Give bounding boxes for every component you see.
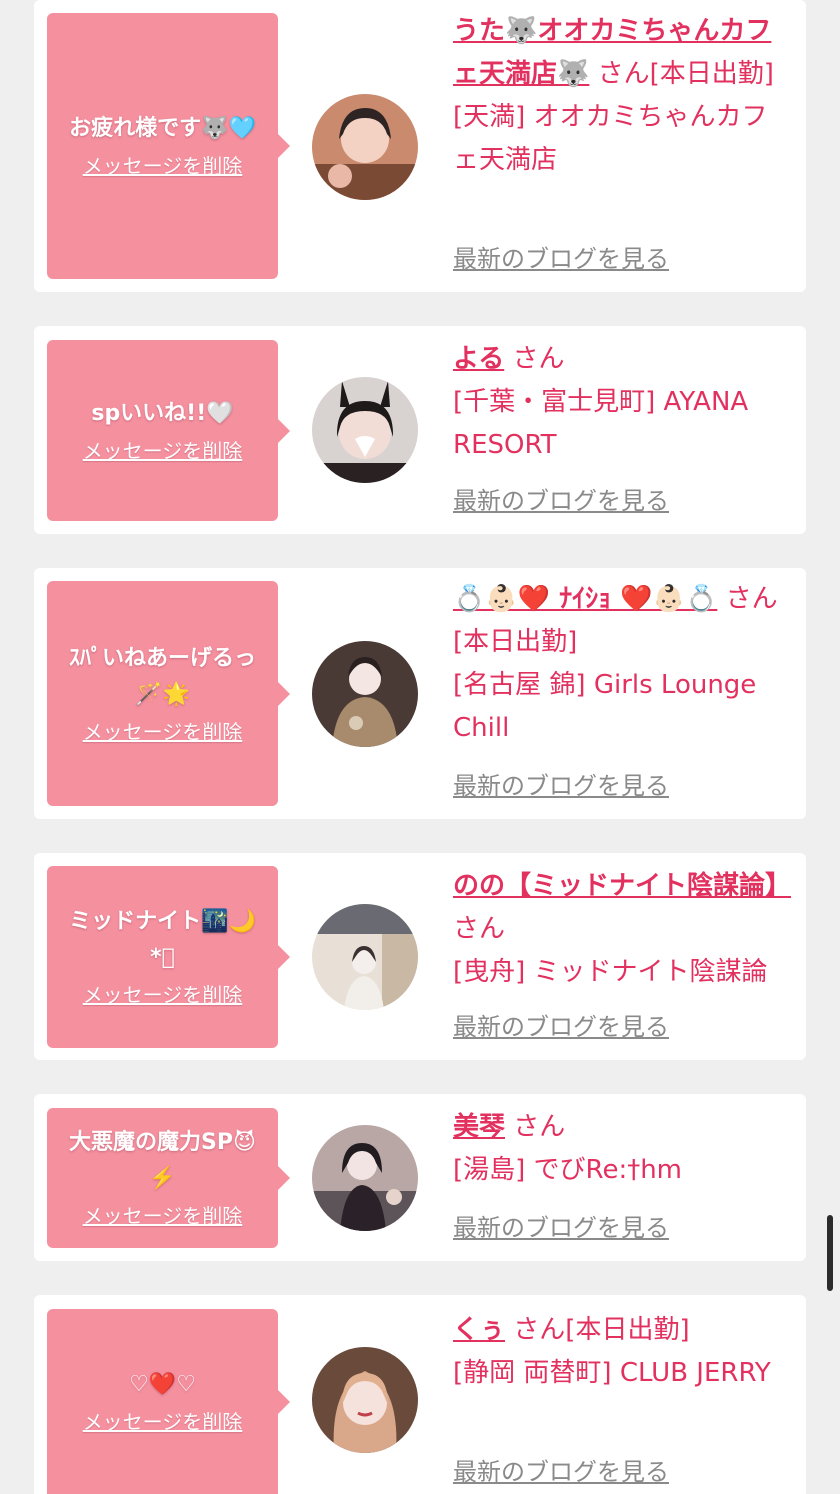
cast-name-link[interactable]: くぅ xyxy=(453,1315,505,1345)
san-suffix: さん xyxy=(597,59,650,89)
message-bubble: ｽﾊﾟいねあーげるっ🪄🌟 メッセージを削除 xyxy=(47,581,290,806)
message-bubble: spいいね!!🤍 メッセージを削除 xyxy=(47,340,290,521)
san-suffix: さん xyxy=(513,1315,566,1345)
avatar-photo-icon xyxy=(312,904,418,1010)
shop-name: [静岡 両替町] CLUB JERRY xyxy=(453,1358,771,1388)
cast-info: よる さん [千葉・富士見町] AYANA RESORT xyxy=(453,338,793,467)
message-card: spいいね!!🤍 メッセージを削除 よる さん [千葉・富士見町] AYANA … xyxy=(34,326,806,534)
latest-blog-link[interactable]: 最新のブログを見る xyxy=(453,1455,669,1489)
cast-name-link[interactable]: 💍👶🏻❤️ ﾅｲｼｮ ❤️👶🏻💍 xyxy=(453,584,717,614)
delete-message-link[interactable]: メッセージを削除 xyxy=(83,1201,243,1231)
message-card: 大悪魔の魔力SP😈⚡️ メッセージを削除 美琴 さん [湯島] でびRe:†hm… xyxy=(34,1094,806,1261)
delete-message-link[interactable]: メッセージを削除 xyxy=(83,1407,243,1437)
cast-name-link[interactable]: 美琴 xyxy=(453,1112,505,1142)
avatar[interactable] xyxy=(312,1347,418,1453)
message-card: お疲れ様です🐺🩵 メッセージを削除 うた🐺オオカミちゃんカフェ天満店🐺 さん[本… xyxy=(34,0,806,292)
cast-info: うた🐺オオカミちゃんカフェ天満店🐺 さん[本日出勤] [天満] オオカミちゃんカ… xyxy=(453,10,793,182)
message-text: ミッドナイト🌃🌙*ﾟ xyxy=(69,909,256,970)
message-card: ミッドナイト🌃🌙*ﾟ メッセージを削除 のの【ミッドナイト陰謀論】 さん [曳舟… xyxy=(34,853,806,1060)
avatar[interactable] xyxy=(312,904,418,1010)
message-text: 大悪魔の魔力SP😈⚡️ xyxy=(69,1130,256,1191)
message-text: ♡❤️♡ xyxy=(129,1371,196,1397)
shop-name: [湯島] でびRe:†hm xyxy=(453,1155,683,1185)
message-card: ｽﾊﾟいねあーげるっ🪄🌟 メッセージを削除 💍👶🏻❤️ ﾅｲｼｮ ❤️👶🏻💍 さ… xyxy=(34,568,806,819)
san-suffix: さん xyxy=(512,344,565,374)
attendance-status: [本日出勤] xyxy=(565,1315,690,1345)
san-suffix: さん xyxy=(453,914,506,944)
latest-blog-link[interactable]: 最新のブログを見る xyxy=(453,242,669,276)
latest-blog-link[interactable]: 最新のブログを見る xyxy=(453,1010,669,1044)
message-card: ♡❤️♡ メッセージを削除 くぅ さん[本日出勤] [静岡 両替町] CLUB … xyxy=(34,1295,806,1494)
san-suffix: さん xyxy=(725,584,778,614)
cast-name-link[interactable]: のの【ミッドナイト陰謀論】 xyxy=(453,871,791,901)
avatar-photo-icon xyxy=(312,1125,418,1231)
cast-info: 美琴 さん [湯島] でびRe:†hm xyxy=(453,1106,793,1192)
latest-blog-link[interactable]: 最新のブログを見る xyxy=(453,1211,669,1245)
cast-info: のの【ミッドナイト陰謀論】 さん [曳舟] ミッドナイト陰謀論 xyxy=(453,865,793,994)
latest-blog-link[interactable]: 最新のブログを見る xyxy=(453,484,669,518)
avatar-photo-icon xyxy=(312,377,418,483)
delete-message-link[interactable]: メッセージを削除 xyxy=(83,980,243,1010)
message-bubble: ミッドナイト🌃🌙*ﾟ メッセージを削除 xyxy=(47,866,290,1048)
attendance-status: [本日出勤] xyxy=(453,627,578,657)
delete-message-link[interactable]: メッセージを削除 xyxy=(83,717,243,747)
shop-name: [名古屋 錦] Girls Lounge Chill xyxy=(453,670,757,743)
message-bubble: ♡❤️♡ メッセージを削除 xyxy=(47,1309,290,1494)
avatar[interactable] xyxy=(312,641,418,747)
shop-name: [曳舟] ミッドナイト陰謀論 xyxy=(453,957,768,987)
cast-info: 💍👶🏻❤️ ﾅｲｼｮ ❤️👶🏻💍 さん [本日出勤] [名古屋 錦] Girls … xyxy=(453,578,793,750)
shop-name: [千葉・富士見町] AYANA RESORT xyxy=(453,387,749,460)
message-text: spいいね!!🤍 xyxy=(91,400,234,426)
avatar[interactable] xyxy=(312,377,418,483)
delete-message-link[interactable]: メッセージを削除 xyxy=(83,151,243,181)
shop-name: [天満] オオカミちゃんカフェ天満店 xyxy=(453,102,768,175)
avatar[interactable] xyxy=(312,94,418,200)
message-text: お疲れ様です🐺🩵 xyxy=(69,116,256,141)
cast-name-link[interactable]: よる xyxy=(453,344,504,374)
message-bubble: お疲れ様です🐺🩵 メッセージを削除 xyxy=(47,13,290,279)
attendance-status: [本日出勤] xyxy=(649,59,774,89)
delete-message-link[interactable]: メッセージを削除 xyxy=(83,436,243,466)
vertical-scrollbar[interactable] xyxy=(827,1215,833,1291)
san-suffix: さん xyxy=(513,1112,566,1142)
avatar-photo-icon xyxy=(312,641,418,747)
avatar-photo-icon xyxy=(312,1347,418,1453)
message-text: ｽﾊﾟいねあーげるっ🪄🌟 xyxy=(68,645,256,707)
avatar[interactable] xyxy=(312,1125,418,1231)
message-bubble: 大悪魔の魔力SP😈⚡️ メッセージを削除 xyxy=(47,1108,290,1248)
avatar-photo-icon xyxy=(312,94,418,200)
cast-info: くぅ さん[本日出勤] [静岡 両替町] CLUB JERRY xyxy=(453,1309,793,1395)
latest-blog-link[interactable]: 最新のブログを見る xyxy=(453,769,669,803)
